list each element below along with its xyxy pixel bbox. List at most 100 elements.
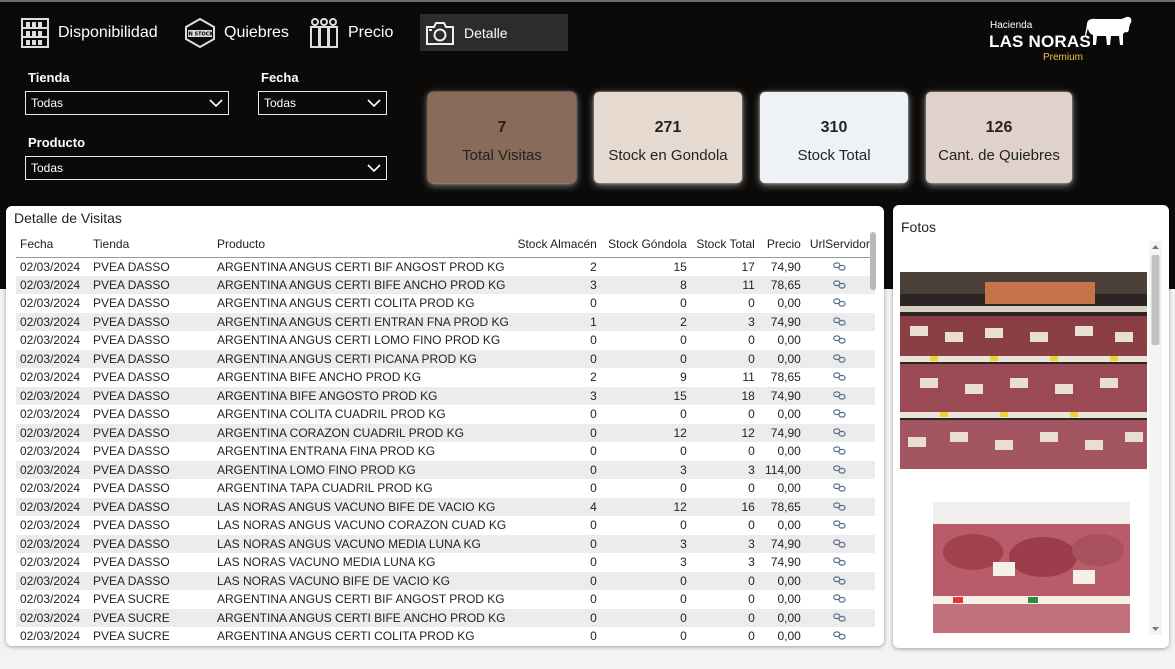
- table-cell: PVEA DASSO: [93, 425, 170, 440]
- table-cell: 17: [741, 259, 755, 274]
- table-cell: 12: [741, 425, 755, 440]
- link-icon[interactable]: [833, 446, 846, 455]
- link-icon[interactable]: [833, 335, 846, 344]
- table-cell: 0: [748, 592, 755, 607]
- table-cell: 02/03/2024: [20, 592, 81, 607]
- table-row[interactable]: 02/03/2024 PVEA DASSO LAS NORAS VACUNO MED…: [16, 553, 875, 572]
- table-row[interactable]: 02/03/2024 PVEA DASSO ARGENTINA COLITA CUA…: [16, 405, 875, 424]
- store-photo[interactable]: [933, 502, 1130, 633]
- table-row[interactable]: 02/03/2024 PVEA SUCRE ARGENTINA ANGUS CERT…: [16, 608, 875, 627]
- table-cell: 0: [590, 351, 597, 366]
- link-icon[interactable]: [833, 354, 846, 363]
- link-icon[interactable]: [833, 594, 846, 603]
- brand-line1: Hacienda: [990, 20, 1033, 31]
- url-cell: [805, 257, 875, 276]
- table-row[interactable]: 02/03/2024 PVEA DASSO ARGENTINA ANGUS CERT…: [16, 349, 875, 368]
- table-row[interactable]: 02/03/2024 PVEA DASSO ARGENTINA LOMO FINO …: [16, 460, 875, 480]
- table-cell: PVEA DASSO: [93, 388, 170, 403]
- fecha-select[interactable]: Todas: [258, 91, 387, 115]
- table-row[interactable]: 02/03/2024 PVEA DASSO ARGENTINA ANGUS CERT…: [16, 275, 875, 294]
- link-icon[interactable]: [833, 502, 846, 511]
- table-row[interactable]: 02/03/2024 PVEA DASSO LAS NORAS ANGUS VACU…: [16, 534, 875, 553]
- kpi-value: 271: [654, 119, 682, 136]
- table-row[interactable]: 02/03/2024 PVEA DASSO ARGENTINA BIFE ANCHO…: [16, 368, 875, 387]
- link-icon[interactable]: [833, 317, 846, 326]
- link-icon[interactable]: [833, 539, 846, 548]
- link-icon[interactable]: [833, 483, 846, 492]
- table-row[interactable]: 02/03/2024 PVEA DASSO ARGENTINA ANGUS CERT…: [16, 331, 875, 350]
- table-cell: PVEA DASSO: [93, 573, 170, 588]
- column-header[interactable]: UrlServidor: [804, 232, 875, 258]
- link-icon[interactable]: [833, 391, 846, 400]
- table-cell: 3: [590, 277, 597, 292]
- link-icon[interactable]: [833, 298, 846, 307]
- table-row[interactable]: 02/03/2024 PVEA DASSO LAS NORAS VACUNO BIF…: [16, 571, 875, 590]
- table-cell: 15: [673, 388, 687, 403]
- producto-select[interactable]: Todas: [25, 156, 387, 180]
- table-cell: PVEA DASSO: [93, 555, 170, 570]
- url-cell: [805, 461, 875, 480]
- fecha-select-value: Todas: [264, 96, 297, 110]
- table-row[interactable]: 02/03/2024 PVEA SUCRE ARGENTINA ANGUS CERT…: [16, 590, 875, 609]
- table-cell: 18: [741, 388, 755, 403]
- column-header[interactable]: Stock Almacén: [512, 232, 601, 258]
- table-cell: PVEA DASSO: [93, 518, 170, 533]
- nav-disponibilidad-label: Disponibilidad: [58, 24, 158, 41]
- column-header[interactable]: Stock Total: [690, 232, 759, 258]
- nav-precio-button[interactable]: Precio: [308, 14, 393, 52]
- table-row[interactable]: 02/03/2024 PVEA DASSO ARGENTINA CORAZON CU…: [16, 423, 875, 442]
- table-cell: ARGENTINA ANGUS CERTI COLITA PROD KG: [217, 629, 475, 644]
- table-cell: 0,00: [777, 444, 801, 459]
- table-cell: 3: [590, 388, 597, 403]
- table-cell: 2: [680, 314, 687, 329]
- table-cell: ARGENTINA ENTRANA FINA PROD KG: [217, 444, 436, 459]
- table-row[interactable]: 02/03/2024 PVEA DASSO ARGENTINA TAPA CUADR…: [16, 479, 875, 498]
- column-header[interactable]: Fecha: [16, 232, 89, 258]
- link-icon[interactable]: [833, 520, 846, 529]
- table-cell: 0: [590, 573, 597, 588]
- column-header[interactable]: Tienda: [89, 232, 213, 258]
- tienda-select[interactable]: Todas: [25, 91, 229, 115]
- link-icon[interactable]: [833, 372, 846, 381]
- column-header[interactable]: Producto: [213, 232, 513, 258]
- nav-quiebres-button[interactable]: IN STOCK Quiebres: [184, 14, 289, 52]
- photos-scrollbar[interactable]: [1149, 241, 1162, 635]
- link-icon[interactable]: [833, 631, 846, 640]
- table-row[interactable]: 02/03/2024 PVEA DASSO LAS NORAS ANGUS VACU…: [16, 497, 875, 516]
- kpi-card-stock-total: 310 Stock Total: [760, 92, 908, 183]
- tienda-label: Tienda: [28, 70, 70, 85]
- brand-line2: LAS NORAS: [989, 32, 1091, 51]
- link-icon[interactable]: [833, 409, 846, 418]
- table-cell: 2: [590, 370, 597, 385]
- table-row[interactable]: 02/03/2024 PVEA DASSO ARGENTINA ANGUS CERT…: [16, 257, 875, 276]
- column-header[interactable]: Precio: [758, 232, 805, 258]
- table-scrollbar[interactable]: [870, 232, 876, 290]
- table-cell: 3: [680, 462, 687, 477]
- table-row[interactable]: 02/03/2024 PVEA DASSO ARGENTINA BIFE ANGOS…: [16, 386, 875, 405]
- table-cell: 02/03/2024: [20, 481, 81, 496]
- table-cell: 0: [748, 407, 755, 422]
- table-row[interactable]: 02/03/2024 PVEA DASSO ARGENTINA ANGUS CERT…: [16, 294, 875, 313]
- store-photo[interactable]: [900, 272, 1147, 469]
- table-cell: 02/03/2024: [20, 388, 81, 403]
- table-row[interactable]: 02/03/2024 PVEA DASSO LAS NORAS ANGUS VACU…: [16, 516, 875, 535]
- table-cell: ARGENTINA CORAZON CUADRIL PROD KG: [217, 425, 464, 440]
- table-row[interactable]: 02/03/2024 PVEA SUCRE ARGENTINA ANGUS CERT…: [16, 627, 875, 646]
- table-row[interactable]: 02/03/2024 PVEA DASSO ARGENTINA ENTRANA FI…: [16, 442, 875, 461]
- link-icon[interactable]: [833, 576, 846, 585]
- table-cell: 02/03/2024: [20, 518, 81, 533]
- link-icon[interactable]: [833, 465, 846, 474]
- column-header[interactable]: Stock Góndola: [600, 232, 691, 258]
- table-cell: 0: [680, 333, 687, 348]
- link-icon[interactable]: [833, 557, 846, 566]
- nav-disponibilidad-button[interactable]: Disponibilidad: [20, 14, 158, 52]
- link-icon[interactable]: [833, 261, 846, 271]
- table-cell: PVEA DASSO: [93, 259, 170, 274]
- link-icon[interactable]: [833, 613, 846, 622]
- table-row[interactable]: 02/03/2024 PVEA DASSO ARGENTINA ANGUS CERT…: [16, 312, 875, 331]
- link-icon[interactable]: [833, 280, 846, 289]
- in-stock-icon: IN STOCK: [185, 17, 215, 49]
- nav-detalle-button[interactable]: Detalle: [420, 14, 568, 51]
- link-icon[interactable]: [833, 428, 846, 437]
- kpi-card-cant-quiebres: 126 Cant. de Quiebres: [926, 92, 1072, 183]
